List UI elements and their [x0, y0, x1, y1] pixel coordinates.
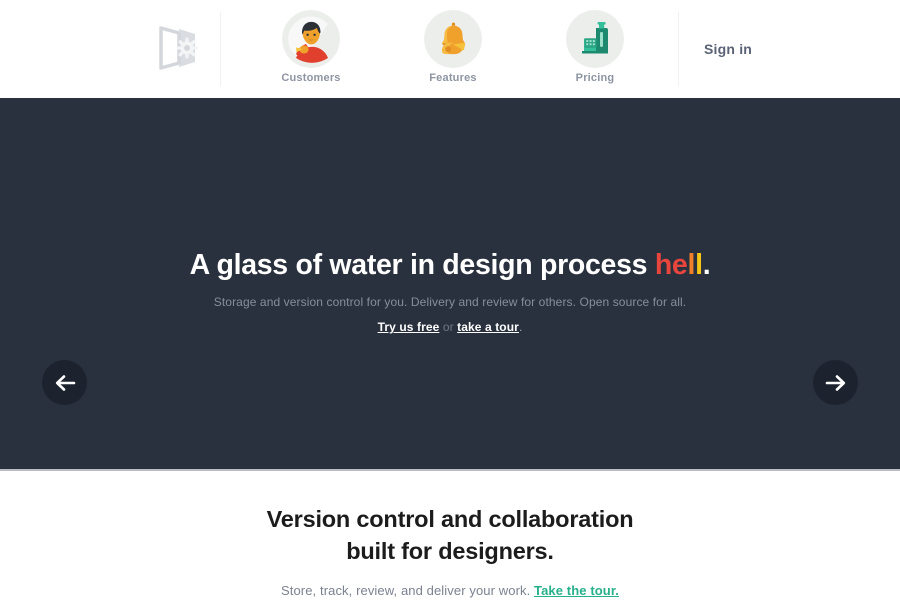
nav-item-customers[interactable]: Customers	[240, 10, 382, 84]
site-logo[interactable]	[148, 20, 208, 76]
take-the-tour-link[interactable]: Take the tour.	[534, 583, 619, 598]
nav-label-features: Features	[429, 72, 477, 84]
nav-item-features[interactable]: Features	[382, 10, 524, 84]
hero-title-period: .	[702, 249, 711, 281]
cta-separator: or	[439, 320, 458, 335]
hero-subtitle: Storage and version control for you. Del…	[213, 295, 687, 310]
nav-item-pricing[interactable]: Pricing	[524, 10, 666, 84]
hero-title: A glass of water in design process hell.	[0, 248, 900, 282]
carousel-prev-button[interactable]	[42, 360, 87, 405]
customer-person-icon	[282, 10, 340, 68]
hero-title-accent-e: e	[671, 249, 688, 281]
pixelapse-logo-icon	[159, 26, 198, 70]
hero-title-accent-h: h	[654, 249, 672, 281]
hero-content: A glass of water in design process hell.…	[0, 248, 900, 334]
header-divider-left	[220, 12, 221, 86]
header-inner: Customers Features Pricing Sign in	[0, 0, 900, 98]
arrow-right-icon	[825, 374, 845, 391]
hero-cta-line: Try us free or take a tour.	[0, 320, 900, 334]
hero-title-accent-l2: l	[695, 249, 703, 281]
bell-whistle-icon	[424, 10, 482, 68]
sign-in-link[interactable]: Sign in	[704, 41, 752, 57]
site-header: Customers Features Pricing Sign in	[0, 0, 900, 98]
arrow-left-icon	[55, 374, 75, 391]
cta-period: .	[518, 320, 523, 335]
take-a-tour-link[interactable]: take a tour	[457, 320, 519, 334]
section-subtitle: Store, track, review, and deliver your w…	[0, 583, 900, 598]
cash-register-icon	[566, 10, 624, 68]
try-us-free-link[interactable]: Try us free	[378, 320, 440, 334]
primary-nav: Customers Features Pricing	[240, 10, 666, 84]
section-title: Version control and collaboration built …	[0, 504, 900, 567]
intro-section: Version control and collaboration built …	[0, 471, 900, 601]
section-title-line2: built for designers.	[346, 537, 554, 564]
hero-title-accent-l1: l	[687, 249, 696, 281]
nav-label-customers: Customers	[281, 72, 341, 84]
header-divider-right	[678, 12, 679, 86]
hero-title-prefix: A glass of water in design process	[189, 249, 655, 281]
section-subtitle-text: Store, track, review, and deliver your w…	[280, 583, 535, 599]
carousel-next-button[interactable]	[813, 360, 858, 405]
hero-banner: A glass of water in design process hell.…	[0, 98, 900, 471]
section-title-line1: Version control and collaboration	[266, 506, 634, 532]
nav-label-pricing: Pricing	[575, 72, 615, 84]
